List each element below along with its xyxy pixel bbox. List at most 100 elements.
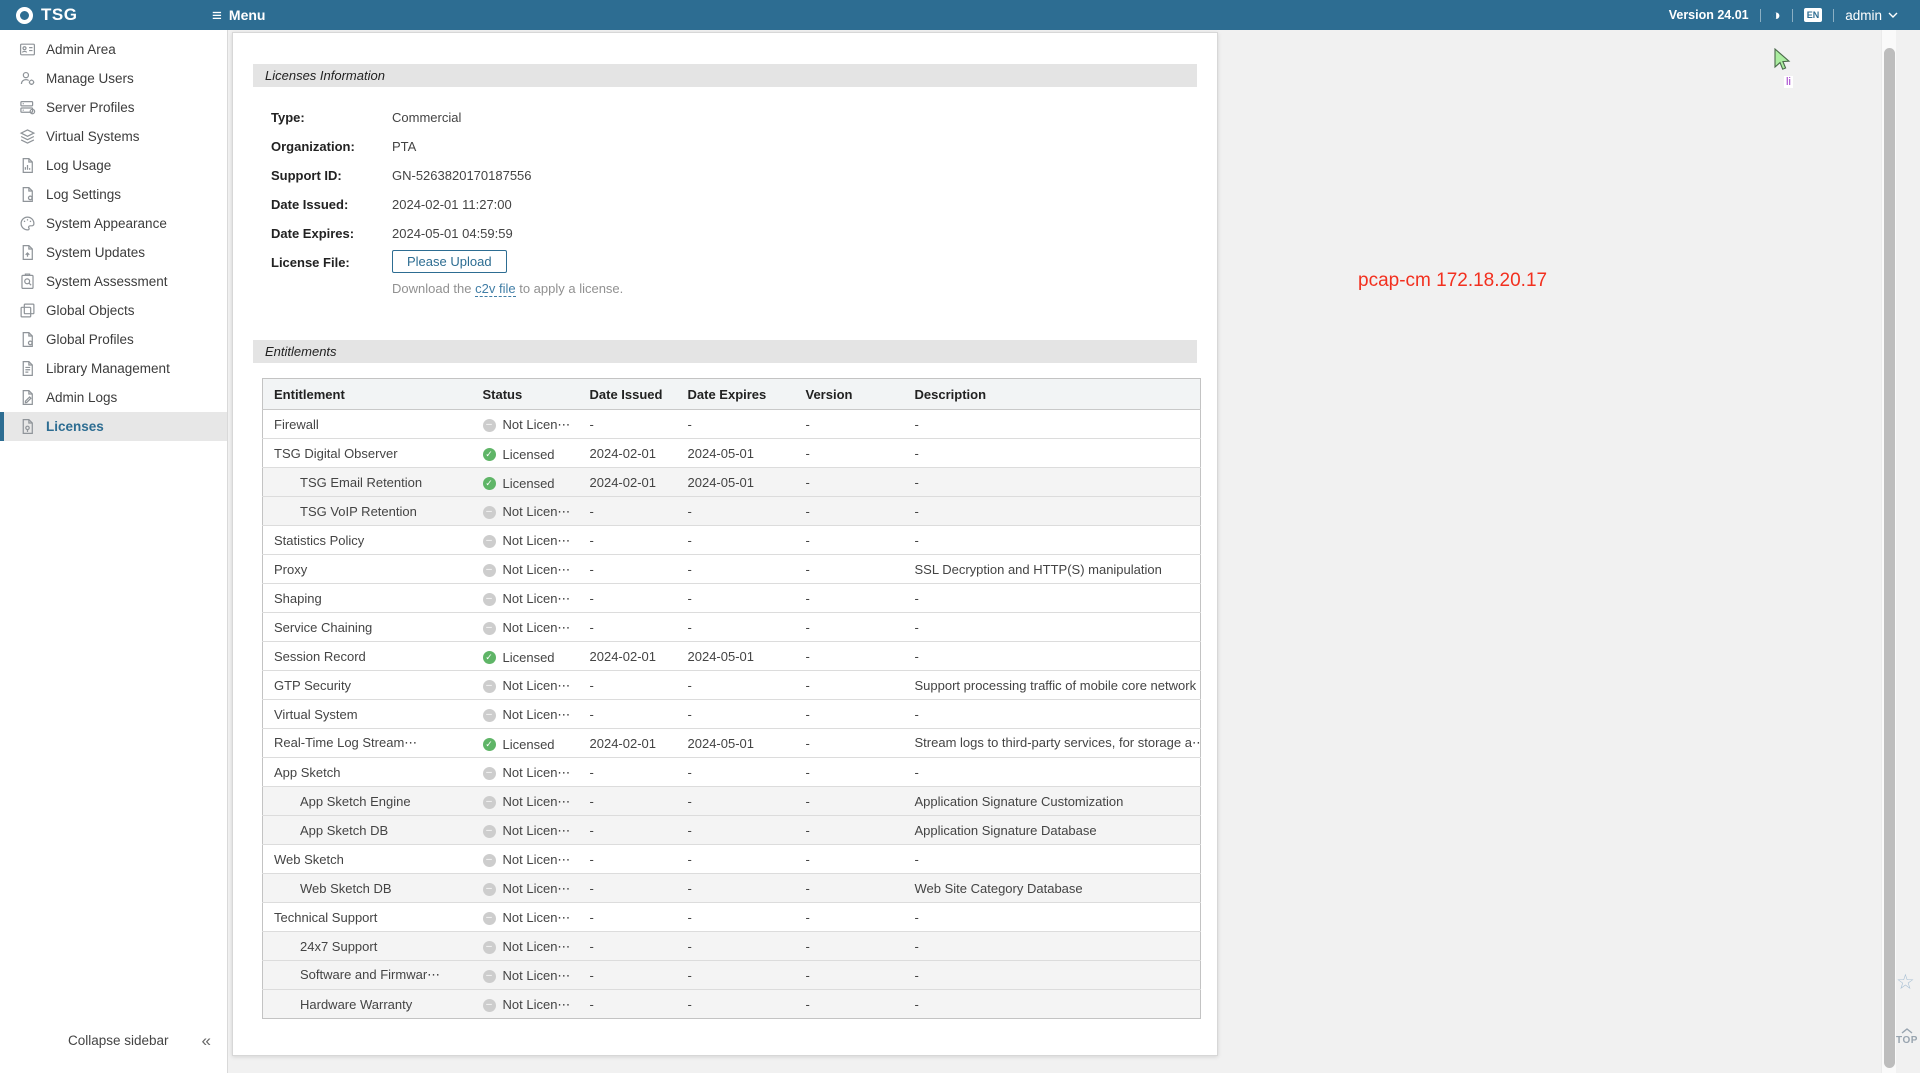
entitlement-row: Web Sketch DBNot Licen⋯---Web Site Categ… <box>263 874 1201 903</box>
not-licensed-icon <box>483 941 496 954</box>
status-text: Licensed <box>503 476 555 491</box>
entitlement-row: Hardware WarrantyNot Licen⋯---- <box>263 990 1201 1019</box>
c2v-file-link[interactable]: c2v file <box>475 281 515 297</box>
entitlement-status: Not Licen⋯ <box>472 758 579 787</box>
entitlement-status: Not Licen⋯ <box>472 903 579 932</box>
entitlement-description: - <box>904 497 1201 526</box>
entitlement-date-issued: 2024-02-01 <box>579 642 677 671</box>
status-text: Not Licen⋯ <box>503 881 571 897</box>
entitlement-description: - <box>904 584 1201 613</box>
status-wrap: Licensed <box>483 447 555 462</box>
app-logo[interactable]: TSG <box>0 5 212 25</box>
topbar-right: Version 24.01 ◑ EN admin <box>1669 8 1920 23</box>
entitlement-date-expires: - <box>677 787 795 816</box>
status-wrap: Not Licen⋯ <box>483 620 571 636</box>
sidebar-item-global-profiles[interactable]: Global Profiles <box>0 325 227 354</box>
sidebar-item-system-assessment[interactable]: System Assessment <box>0 267 227 296</box>
status-wrap: Not Licen⋯ <box>483 939 571 955</box>
sidebar-item-library-management[interactable]: Library Management <box>0 354 227 383</box>
sidebar-item-virtual-systems[interactable]: Virtual Systems <box>0 122 227 151</box>
logo-ring-icon <box>16 7 33 24</box>
sidebar-item-global-objects[interactable]: Global Objects <box>0 296 227 325</box>
status-wrap: Licensed <box>483 737 555 752</box>
entitlement-name: Session Record <box>263 642 472 671</box>
sidebar-item-label: Licenses <box>46 419 104 434</box>
license-field-row: Date Issued:2024-02-01 11:27:00 <box>271 190 1197 219</box>
status-text: Not Licen⋯ <box>503 939 571 955</box>
entitlement-name: TSG Email Retention <box>263 468 472 497</box>
entitlement-description: - <box>904 439 1201 468</box>
entitlement-version: - <box>795 729 904 758</box>
entitlement-name: Service Chaining <box>263 613 472 642</box>
entitlement-status: Not Licen⋯ <box>472 671 579 700</box>
entitlement-date-issued: 2024-02-01 <box>579 439 677 468</box>
sidebar-item-label: Global Objects <box>46 303 135 318</box>
entitlement-date-expires: - <box>677 584 795 613</box>
sidebar-item-system-appearance[interactable]: System Appearance <box>0 209 227 238</box>
entitlement-name: Firewall <box>263 410 472 439</box>
language-toggle[interactable]: EN <box>1804 8 1823 22</box>
menu-button[interactable]: ≡ Menu <box>212 7 265 24</box>
sidebar-item-licenses[interactable]: Licenses <box>0 412 227 441</box>
scrollbar-track[interactable] <box>1881 30 1896 1073</box>
licenses-information-section-header: Licenses Information <box>253 64 1197 87</box>
sidebar-item-label: Admin Area <box>46 42 116 57</box>
back-to-top-button[interactable]: TOP <box>1891 1028 1920 1046</box>
pcap-annotation: pcap-cm 172.18.20.17 <box>1358 270 1547 292</box>
user-menu[interactable]: admin <box>1845 8 1898 23</box>
collapse-sidebar-label: Collapse sidebar <box>68 1033 169 1048</box>
entitlement-date-issued: - <box>579 526 677 555</box>
entitlement-date-expires: - <box>677 961 795 990</box>
field-value: GN-5263820170187556 <box>392 168 532 183</box>
sidebar-item-label: Admin Logs <box>46 390 117 405</box>
entitlement-date-expires: - <box>677 758 795 787</box>
entitlement-description: Support processing traffic of mobile cor… <box>904 671 1201 700</box>
column-header-entitlement: Entitlement <box>263 379 472 410</box>
sidebar-item-admin-logs[interactable]: Admin Logs <box>0 383 227 412</box>
entitlement-date-expires: - <box>677 555 795 584</box>
not-licensed-icon <box>483 506 496 519</box>
entitlement-date-issued: - <box>579 584 677 613</box>
entitlement-date-expires: - <box>677 497 795 526</box>
field-value: 2024-02-01 11:27:00 <box>392 197 512 212</box>
status-text: Not Licen⋯ <box>503 591 571 607</box>
license-file-label: License File: <box>271 250 392 270</box>
entitlement-name: TSG Digital Observer <box>263 439 472 468</box>
download-hint-prefix: Download the <box>392 281 475 296</box>
entitlements-section-header: Entitlements <box>253 340 1197 363</box>
status-wrap: Not Licen⋯ <box>483 881 571 897</box>
entitlement-date-issued: - <box>579 932 677 961</box>
field-value: Commercial <box>392 110 461 125</box>
user-label: admin <box>1845 8 1882 23</box>
entitlement-version: - <box>795 700 904 729</box>
status-wrap: Not Licen⋯ <box>483 678 571 694</box>
entitlement-date-issued: - <box>579 410 677 439</box>
entitlement-date-expires: 2024-05-01 <box>677 729 795 758</box>
sidebar-item-admin-area[interactable]: Admin Area <box>0 35 227 64</box>
menu-label: Menu <box>229 7 266 23</box>
favorite-star-icon[interactable]: ☆ <box>1896 970 1915 995</box>
scrollbar-thumb[interactable] <box>1884 48 1895 1068</box>
licensed-check-icon <box>483 651 496 664</box>
please-upload-button[interactable]: Please Upload <box>392 250 507 273</box>
entitlement-description: - <box>904 990 1201 1019</box>
entitlement-name: App Sketch Engine <box>263 787 472 816</box>
entitlement-row: Session RecordLicensed2024-02-012024-05-… <box>263 642 1201 671</box>
sidebar-item-log-usage[interactable]: Log Usage <box>0 151 227 180</box>
collapse-sidebar-button[interactable]: Collapse sidebar « <box>0 1026 227 1055</box>
sidebar-item-server-profiles[interactable]: Server Profiles <box>0 93 227 122</box>
entitlement-row: FirewallNot Licen⋯---- <box>263 410 1201 439</box>
separator <box>1760 9 1761 22</box>
contrast-toggle-icon[interactable]: ◑ <box>1772 8 1781 23</box>
licenses-page-card: Licenses Information Type:CommercialOrga… <box>232 32 1218 1056</box>
id-card-icon <box>19 41 36 58</box>
status-text: Licensed <box>503 447 555 462</box>
sidebar: Admin Area Manage UsersServer ProfilesVir… <box>0 30 228 1073</box>
sidebar-item-manage-users[interactable]: Manage Users <box>0 64 227 93</box>
sidebar-item-log-settings[interactable]: Log Settings <box>0 180 227 209</box>
field-label: Organization: <box>271 139 392 154</box>
entitlement-date-issued: - <box>579 700 677 729</box>
sidebar-item-system-updates[interactable]: System Updates <box>0 238 227 267</box>
user-gear-icon <box>19 70 36 87</box>
entitlement-date-expires: - <box>677 816 795 845</box>
